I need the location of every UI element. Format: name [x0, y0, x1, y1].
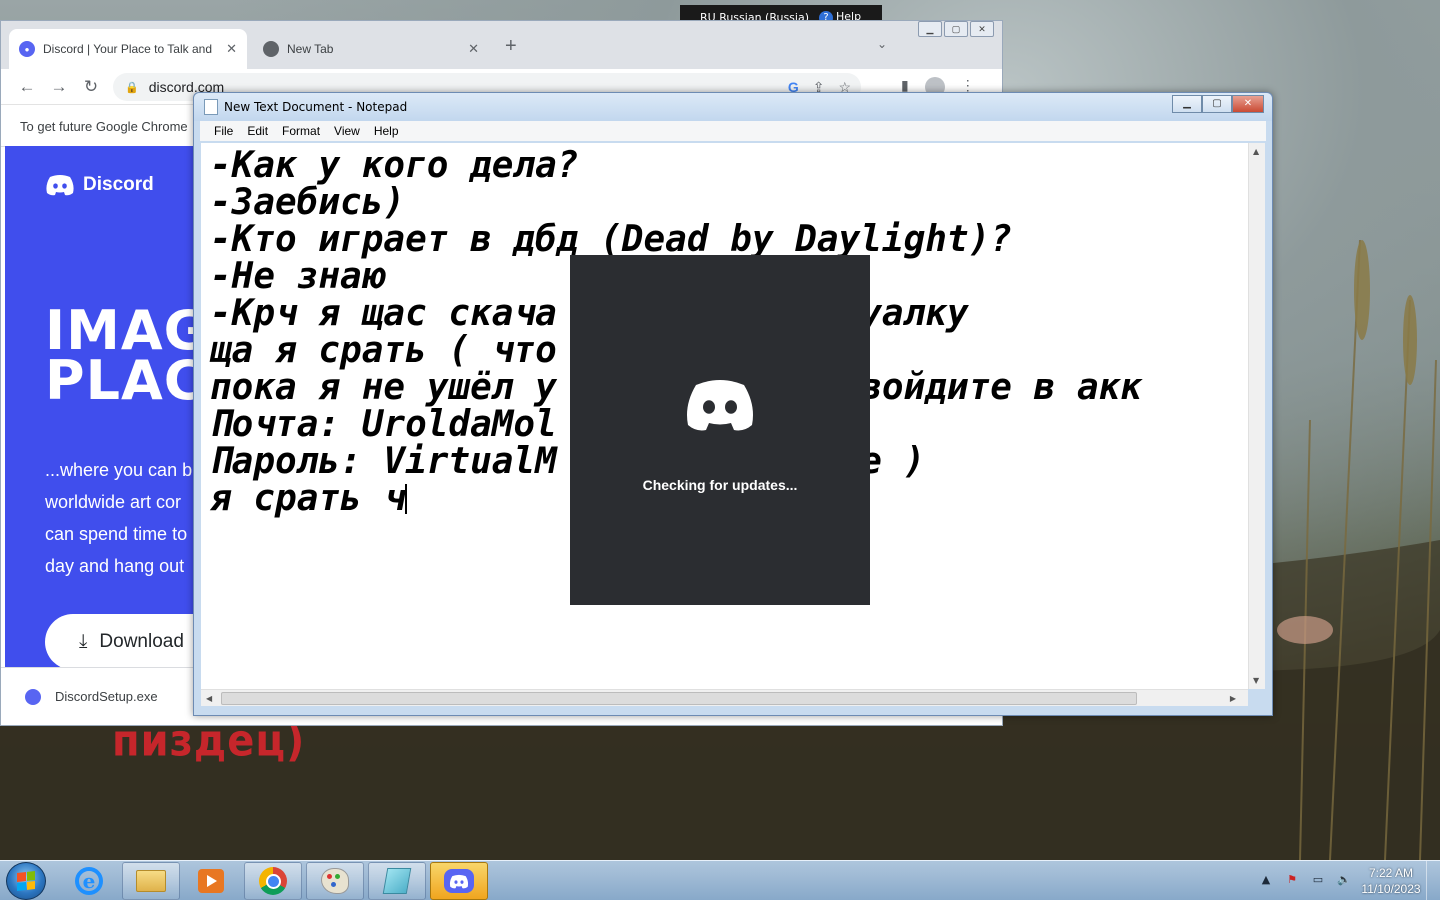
discord-file-icon [25, 688, 41, 705]
notepad-window-controls: ▁ ▢ ✕ [1172, 95, 1264, 113]
volume-muted-icon[interactable]: 🔈 [1336, 871, 1352, 887]
horizontal-scroll-thumb[interactable] [221, 692, 1137, 705]
update-status-text: Checking for updates... [642, 477, 798, 493]
vertical-scrollbar[interactable]: ▲ ▼ [1248, 143, 1265, 689]
text-line: -Как у кого дела? [210, 145, 579, 186]
maximize-button[interactable]: ▢ [944, 21, 968, 37]
menu-edit[interactable]: Edit [247, 124, 268, 138]
notepad-icon [382, 868, 412, 894]
download-button[interactable]: ⤓ Download [45, 614, 195, 667]
chrome-favicon-icon [263, 41, 279, 57]
discord-landing-page: Discord IMAG PLAC ...where you can b wor… [5, 146, 195, 667]
media-player-icon [198, 869, 224, 893]
taskbar-file-explorer[interactable] [122, 862, 180, 900]
text-line: -Заебись) [210, 182, 406, 223]
close-window-button[interactable]: ✕ [970, 21, 994, 37]
network-icon[interactable]: ▭ [1310, 871, 1326, 887]
taskbar-paint[interactable] [306, 862, 364, 900]
show-desktop-button[interactable] [1426, 861, 1440, 900]
notepad-titlebar[interactable]: New Text Document - Notepad ▁ ▢ ✕ [194, 93, 1272, 121]
show-hidden-icons-chevron-icon[interactable]: ▲ [1258, 871, 1274, 887]
taskbar-notepad[interactable] [368, 862, 426, 900]
menu-format[interactable]: Format [282, 124, 320, 138]
notepad-icon [204, 99, 218, 115]
chrome-icon [259, 867, 287, 895]
discord-logo-icon [46, 175, 74, 196]
start-button[interactable] [6, 862, 46, 900]
notepad-menubar: File Edit Format View Help [200, 121, 1266, 141]
text-line: -Кто играет в дбд (Dead by Daylight)? [210, 219, 1012, 260]
taskbar: e ▲ ⚑ ▭ 🔈 7:22 AM 11/10/2023 [0, 860, 1440, 900]
horizontal-scrollbar[interactable]: ◀ ▶ [201, 689, 1248, 706]
download-file-name[interactable]: DiscordSetup.exe [55, 689, 158, 704]
scroll-left-arrow-icon[interactable]: ◀ [206, 694, 212, 703]
scroll-up-arrow-icon[interactable]: ▲ [1253, 147, 1259, 156]
hero-subtitle: ...where you can b worldwide art cor can… [45, 460, 193, 576]
tab-title: Discord | Your Place to Talk and H [43, 42, 213, 56]
minimize-button[interactable]: ▁ [1172, 95, 1202, 113]
windows-logo-icon [17, 871, 35, 891]
menu-view[interactable]: View [334, 124, 360, 138]
minimize-button[interactable]: ▁ [918, 21, 942, 37]
maximize-button[interactable]: ▢ [1202, 95, 1232, 113]
taskbar-clock[interactable]: 7:22 AM 11/10/2023 [1360, 865, 1422, 897]
internet-explorer-icon: e [75, 867, 103, 895]
tab-search-chevron-icon[interactable]: ⌄ [877, 37, 887, 51]
back-arrow-icon[interactable]: ← [11, 77, 43, 97]
folder-icon [136, 870, 166, 892]
forward-arrow-icon[interactable]: → [43, 77, 75, 97]
scroll-down-arrow-icon[interactable]: ▼ [1253, 676, 1259, 685]
tab-discord[interactable]: ● Discord | Your Place to Talk and H ✕ [9, 29, 247, 69]
menu-file[interactable]: File [214, 124, 233, 138]
new-tab-button[interactable]: + [505, 35, 517, 58]
tab-title: New Tab [287, 42, 334, 56]
discord-icon [444, 869, 474, 893]
taskbar-media-player[interactable] [182, 862, 240, 900]
close-tab-icon[interactable]: ✕ [468, 41, 479, 57]
discord-logo-icon [687, 380, 753, 431]
chrome-window-controls: ▁ ▢ ✕ [918, 21, 994, 37]
taskbar-internet-explorer[interactable]: e [60, 862, 118, 900]
close-tab-icon[interactable]: ✕ [226, 41, 237, 57]
reload-icon[interactable]: ↻ [75, 77, 107, 97]
lock-icon[interactable]: 🔒 [125, 81, 139, 94]
discord-update-splash: Checking for updates... [570, 255, 870, 605]
download-icon: ⤓ [79, 631, 88, 652]
close-window-button[interactable]: ✕ [1232, 95, 1264, 113]
menu-help[interactable]: Help [374, 124, 399, 138]
clock-time: 7:22 AM [1368, 866, 1414, 880]
clock-date: 11/10/2023 [1361, 882, 1421, 896]
discord-favicon-icon: ● [19, 41, 35, 57]
action-center-flag-icon[interactable]: ⚑ [1284, 871, 1300, 887]
paint-icon [321, 868, 349, 894]
hero-heading: IMAG PLAC [45, 299, 195, 412]
scroll-right-arrow-icon[interactable]: ▶ [1230, 694, 1236, 703]
chrome-tabstrip: ● Discord | Your Place to Talk and H ✕ N… [1, 21, 1002, 69]
text-caret [405, 484, 408, 514]
notepad-title: New Text Document - Notepad [224, 100, 408, 114]
system-tray: ▲ ⚑ ▭ 🔈 [1258, 871, 1352, 887]
discord-brand[interactable]: Discord [45, 174, 154, 196]
taskbar-chrome[interactable] [244, 862, 302, 900]
tab-new-tab[interactable]: New Tab ✕ [253, 29, 489, 69]
taskbar-discord[interactable] [430, 862, 488, 900]
